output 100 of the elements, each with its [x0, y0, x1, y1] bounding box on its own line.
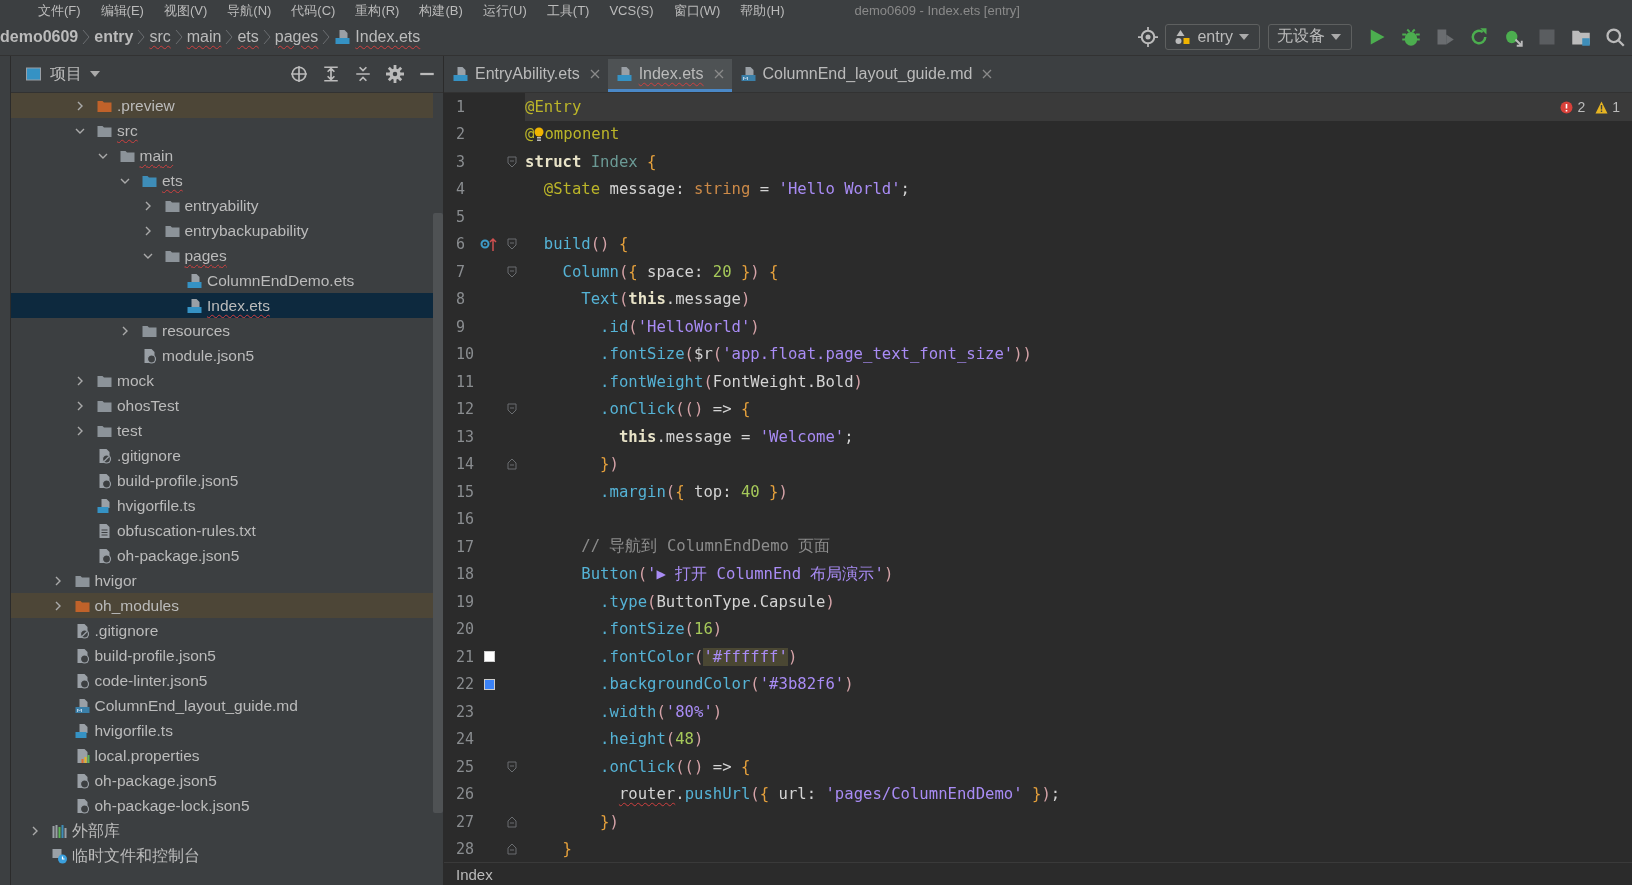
run-config-dropdown[interactable]: entry — [1165, 23, 1260, 50]
warning-count[interactable]: 1 — [1612, 99, 1620, 115]
color-swatch[interactable] — [483, 651, 495, 663]
tree-item[interactable]: ColumnEnd_layout_guide.md — [11, 693, 433, 718]
menu-item[interactable]: 运行(U) — [482, 4, 527, 18]
bug-icon[interactable] — [1401, 26, 1421, 47]
tree-item[interactable]: build-profile.json5 — [11, 468, 433, 493]
item-label: build-profile.json5 — [117, 471, 239, 491]
tree-item[interactable]: src — [11, 118, 433, 143]
tree-item[interactable]: main — [11, 143, 433, 168]
close-icon[interactable] — [589, 69, 600, 79]
menu-item[interactable]: 编辑(E) — [100, 4, 144, 18]
tree-item[interactable]: oh-package.json5 — [11, 543, 433, 568]
fold-icon[interactable] — [506, 760, 517, 773]
error-count[interactable]: 2 — [1577, 99, 1586, 115]
menu-item[interactable]: VCS(S) — [609, 4, 654, 18]
item-label: .preview — [117, 96, 175, 116]
line-number: 26 — [456, 785, 476, 804]
tree-item[interactable]: ohosTest — [11, 393, 433, 418]
tree-item[interactable]: hvigorfile.ts — [11, 718, 433, 743]
tree-item[interactable]: Index.ets — [11, 293, 433, 318]
breadcrumb-item[interactable]: src — [149, 27, 171, 46]
tree-item[interactable]: mock — [11, 368, 433, 393]
tree-item[interactable]: .gitignore — [11, 443, 433, 468]
fold-icon[interactable] — [506, 403, 517, 416]
tree-item[interactable]: local.properties — [11, 743, 433, 768]
breadcrumb-item[interactable]: pages — [274, 27, 319, 46]
menu-item[interactable]: 导航(N) — [227, 4, 272, 18]
breadcrumb-item[interactable]: Index — [456, 865, 493, 883]
target-icon[interactable] — [1138, 26, 1159, 47]
tree-item[interactable]: 临时文件和控制台 — [11, 843, 433, 868]
line-number: 6 — [456, 235, 467, 254]
tree-item[interactable]: build-profile.json5 — [11, 643, 433, 668]
menu-item[interactable]: 构建(B) — [419, 4, 463, 18]
override-icon[interactable] — [480, 236, 498, 253]
tree-item[interactable]: oh-package-lock.json5 — [11, 793, 433, 818]
tree-item[interactable]: 外部库 — [11, 818, 433, 843]
line-number: 11 — [456, 372, 476, 391]
tree-item[interactable]: test — [11, 418, 433, 443]
menu-item[interactable]: 工具(T) — [546, 4, 590, 18]
menu-item[interactable]: 重构(R) — [355, 4, 400, 18]
fold-icon[interactable] — [506, 238, 517, 251]
tree-item[interactable]: pages — [11, 243, 433, 268]
breadcrumb-item[interactable]: entry — [94, 27, 134, 46]
breadcrumb-item[interactable]: Index.ets — [355, 27, 421, 46]
menu-item[interactable]: 窗口(W) — [673, 4, 721, 18]
editor-tab[interactable]: Index.ets — [607, 59, 732, 92]
menu-item[interactable]: 视图(V) — [163, 4, 208, 18]
error-icon[interactable] — [1560, 100, 1574, 114]
scrollbar-thumb[interactable] — [433, 213, 443, 813]
tree-item[interactable]: ets — [11, 168, 433, 193]
item-label: oh-package.json5 — [117, 546, 240, 566]
line-number: 3 — [456, 152, 467, 171]
expand-all-icon[interactable] — [322, 65, 340, 83]
project-view-selector[interactable]: 项目 — [25, 63, 100, 85]
editor-tab[interactable]: ColumnEnd_layout_guide.md — [731, 59, 1001, 92]
fold-icon[interactable] — [506, 815, 517, 828]
fold-icon[interactable] — [506, 155, 517, 168]
tree-item[interactable]: .preview — [11, 93, 433, 118]
item-label: module.json5 — [162, 346, 255, 366]
rerun-icon[interactable] — [1469, 26, 1489, 47]
tree-item[interactable]: obfuscation-rules.txt — [11, 518, 433, 543]
tree-item[interactable]: entryability — [11, 193, 433, 218]
tree-item[interactable]: resources — [11, 318, 433, 343]
breadcrumb-item[interactable]: demo0609 — [0, 27, 79, 46]
lightbulb-icon[interactable] — [534, 126, 545, 143]
menu-item[interactable]: 帮助(H) — [740, 4, 785, 18]
tree-item[interactable]: oh-package.json5 — [11, 768, 433, 793]
close-icon[interactable] — [982, 69, 993, 79]
device-dropdown[interactable]: 无设备 — [1268, 23, 1352, 50]
fold-icon[interactable] — [506, 265, 517, 278]
fold-icon[interactable] — [506, 843, 517, 856]
tree-item[interactable]: ColumnEndDemo.ets — [11, 268, 433, 293]
settings-icon[interactable] — [386, 65, 404, 83]
editor-tab[interactable]: EntryAbility.ets — [444, 59, 608, 92]
line-number: 23 — [456, 702, 476, 721]
tree-item[interactable]: .gitignore — [11, 618, 433, 643]
target-icon[interactable] — [290, 65, 308, 83]
code-line: .height(48) — [599, 729, 705, 751]
breadcrumb-item[interactable]: main — [186, 27, 222, 46]
breadcrumb-item[interactable]: ets — [237, 27, 259, 46]
tree-item[interactable]: hvigor — [11, 568, 433, 593]
tree-item[interactable]: oh_modules — [11, 593, 433, 618]
tree-item[interactable]: entrybackupability — [11, 218, 433, 243]
fold-icon[interactable] — [506, 458, 517, 471]
file-icon — [615, 66, 633, 82]
menu-item[interactable]: 文件(F) — [38, 4, 81, 18]
item-label: test — [117, 421, 142, 441]
tree-item[interactable]: hvigorfile.ts — [11, 493, 433, 518]
line-number: 14 — [456, 455, 476, 474]
tree-item[interactable]: module.json5 — [11, 343, 433, 368]
color-swatch[interactable] — [483, 678, 495, 690]
search-icon[interactable] — [1605, 26, 1625, 47]
menu-item[interactable]: 代码(C) — [291, 4, 336, 18]
tree-item[interactable]: code-linter.json5 — [11, 668, 433, 693]
line-number: 12 — [456, 400, 476, 419]
item-label: obfuscation-rules.txt — [117, 521, 256, 541]
code-line: .fontWeight(FontWeight.Bold) — [599, 371, 864, 393]
collapse-all-icon[interactable] — [354, 65, 372, 83]
warning-icon[interactable] — [1595, 100, 1609, 114]
